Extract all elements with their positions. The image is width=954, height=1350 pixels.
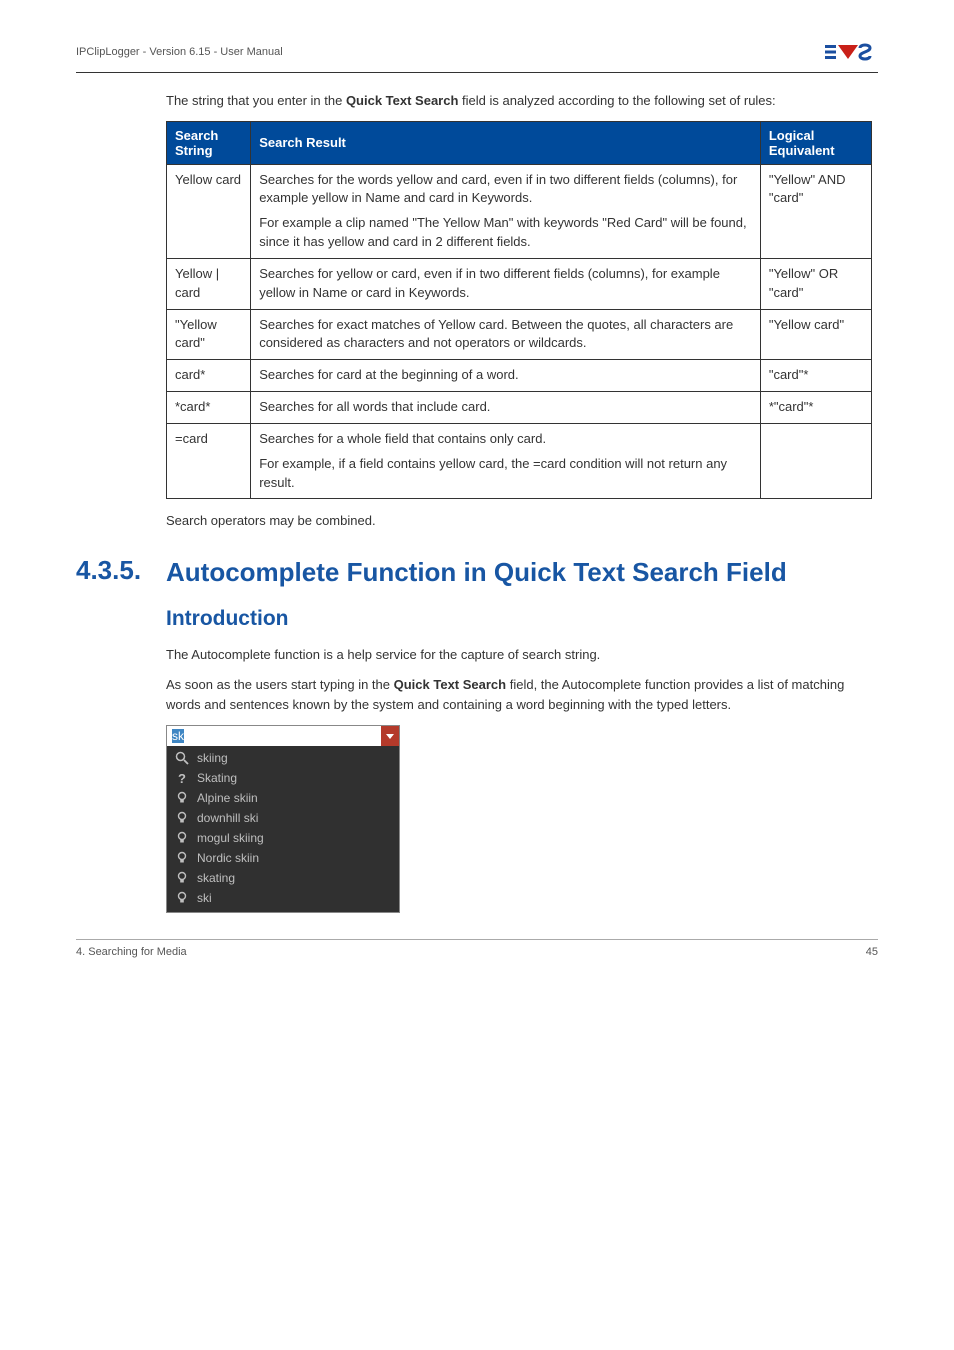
table-row: =card Searches for a whole field that co… (167, 423, 872, 499)
cell-search-string: =card (167, 423, 251, 499)
table-row: Yellow | card Searches for yellow or car… (167, 258, 872, 309)
autocomplete-input[interactable]: sk (167, 726, 381, 746)
footer-left: 4. Searching for Media (76, 946, 187, 958)
page-footer: 4. Searching for Media 45 (76, 939, 878, 958)
paragraph: The Autocomplete function is a help serv… (166, 645, 872, 665)
autocomplete-input-row: sk (167, 726, 399, 746)
cell-para: Searches for all words that include card… (259, 398, 752, 417)
autocomplete-item[interactable]: mogul skiing (167, 828, 399, 848)
cell-search-string: "Yellow card" (167, 309, 251, 360)
table-row: Yellow card Searches for the words yello… (167, 164, 872, 258)
cell-logical-equivalent: "Yellow" AND "card" (760, 164, 871, 258)
cell-logical-equivalent: "card"* (760, 360, 871, 392)
svg-text:?: ? (178, 771, 186, 785)
autocomplete-item-label: Skating (197, 771, 237, 785)
evs-logo (824, 38, 878, 66)
intro-text-before: The string that you enter in the (166, 93, 346, 108)
cell-search-result: Searches for the words yellow and card, … (251, 164, 761, 258)
para2-bold: Quick Text Search (394, 677, 506, 692)
autocomplete-item-label: skating (197, 871, 235, 885)
autocomplete-item[interactable]: skiing (167, 748, 399, 768)
cell-para: Searches for card at the beginning of a … (259, 366, 752, 385)
cell-para: For example a clip named "The Yellow Man… (259, 214, 752, 252)
bulb-icon (175, 811, 189, 825)
bulb-icon (175, 851, 189, 865)
para2-text1: As soon as the users start typing in the (166, 677, 394, 692)
cell-para: Searches for yellow or card, even if in … (259, 265, 752, 303)
autocomplete-item-label: Alpine skiin (197, 791, 258, 805)
cell-search-result: Searches for all words that include card… (251, 392, 761, 424)
autocomplete-item-label: skiing (197, 751, 228, 765)
footer-page-number: 45 (866, 946, 878, 958)
chevron-down-icon (386, 734, 394, 739)
autocomplete-input-value: sk (172, 729, 184, 743)
cell-logical-equivalent: "Yellow" OR "card" (760, 258, 871, 309)
paragraph: As soon as the users start typing in the… (166, 675, 872, 715)
autocomplete-item[interactable]: ? Skating (167, 768, 399, 788)
page-header: IPClipLogger - Version 6.15 - User Manua… (76, 38, 878, 73)
section-title: Autocomplete Function in Quick Text Sear… (166, 556, 878, 589)
intro-bold: Quick Text Search (346, 93, 458, 108)
cell-search-string: *card* (167, 392, 251, 424)
autocomplete-item[interactable]: skating (167, 868, 399, 888)
section-number: 4.3.5. (76, 556, 166, 585)
cell-search-string: card* (167, 360, 251, 392)
bulb-icon (175, 891, 189, 905)
subsection-title: Introduction (166, 607, 872, 631)
autocomplete-item[interactable]: Nordic skiin (167, 848, 399, 868)
bulb-icon (175, 871, 189, 885)
col-header-logical-equivalent: Logical Equivalent (760, 121, 871, 164)
cell-search-string: Yellow card (167, 164, 251, 258)
bulb-icon (175, 791, 189, 805)
autocomplete-example: sk skiing ? Skating (166, 725, 400, 913)
autocomplete-list: skiing ? Skating Alpine skiin (167, 746, 399, 912)
intro-paragraph: The string that you enter in the Quick T… (166, 91, 872, 111)
cell-search-result: Searches for card at the beginning of a … (251, 360, 761, 392)
intro-text-after: field is analyzed according to the follo… (458, 93, 775, 108)
autocomplete-item-label: ski (197, 891, 212, 905)
table-row: *card* Searches for all words that inclu… (167, 392, 872, 424)
autocomplete-item[interactable]: ski (167, 888, 399, 908)
cell-para: For example, if a field contains yellow … (259, 455, 752, 493)
col-header-search-string: Search String (167, 121, 251, 164)
table-row: "Yellow card" Searches for exact matches… (167, 309, 872, 360)
operators-combined-note: Search operators may be combined. (166, 513, 872, 528)
question-icon: ? (175, 771, 189, 785)
autocomplete-item-label: downhill ski (197, 811, 258, 825)
autocomplete-item[interactable]: Alpine skiin (167, 788, 399, 808)
search-rules-table: Search String Search Result Logical Equi… (166, 121, 872, 500)
cell-para: Searches for a whole field that contains… (259, 430, 752, 449)
cell-search-result: Searches for exact matches of Yellow car… (251, 309, 761, 360)
autocomplete-item-label: Nordic skiin (197, 851, 259, 865)
autocomplete-dropdown-button[interactable] (381, 726, 399, 746)
cell-logical-equivalent: *"card"* (760, 392, 871, 424)
cell-para: Searches for exact matches of Yellow car… (259, 316, 752, 354)
autocomplete-item-label: mogul skiing (197, 831, 264, 845)
table-row: card* Searches for card at the beginning… (167, 360, 872, 392)
cell-logical-equivalent: "Yellow card" (760, 309, 871, 360)
bulb-icon (175, 831, 189, 845)
section-heading-row: 4.3.5. Autocomplete Function in Quick Te… (76, 556, 878, 589)
col-header-search-result: Search Result (251, 121, 761, 164)
cell-search-result: Searches for yellow or card, even if in … (251, 258, 761, 309)
magnifier-icon (175, 751, 189, 765)
doc-title: IPClipLogger - Version 6.15 - User Manua… (76, 46, 283, 58)
cell-para: Searches for the words yellow and card, … (259, 171, 752, 209)
cell-search-result: Searches for a whole field that contains… (251, 423, 761, 499)
autocomplete-item[interactable]: downhill ski (167, 808, 399, 828)
cell-logical-equivalent (760, 423, 871, 499)
cell-search-string: Yellow | card (167, 258, 251, 309)
